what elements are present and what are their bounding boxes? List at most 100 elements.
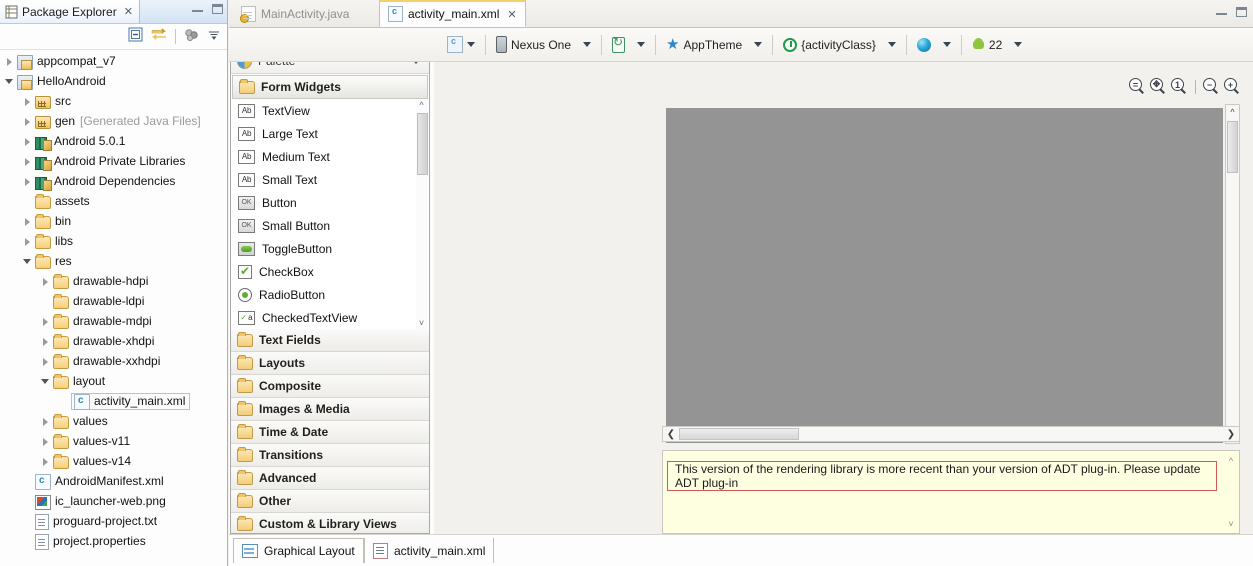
tree-item-drawable-ldpi[interactable]: drawable-ldpi bbox=[0, 291, 227, 311]
tree-expand-arrow-icon[interactable] bbox=[40, 336, 51, 347]
tree-expand-arrow-icon[interactable] bbox=[40, 316, 51, 327]
zoom-controls[interactable]: = ✥ 1− + bbox=[1129, 78, 1241, 95]
tree-item-values[interactable]: values bbox=[0, 411, 227, 431]
tree-item-label: activity_main.xml bbox=[94, 394, 186, 408]
tree-item-values-v11[interactable]: values-v11 bbox=[0, 431, 227, 451]
tree-expand-arrow-icon[interactable] bbox=[22, 136, 33, 147]
tree-expand-arrow-icon[interactable] bbox=[22, 96, 33, 107]
tab-xml-source[interactable]: activity_main.xml bbox=[364, 538, 495, 563]
tab-mainactivity-java[interactable]: MainActivity.java bbox=[233, 0, 357, 27]
close-icon[interactable]: ✕ bbox=[507, 8, 516, 21]
tree-expand-arrow-icon[interactable] bbox=[40, 376, 51, 387]
tree-expand-arrow-icon[interactable] bbox=[22, 176, 33, 187]
minimize-icon[interactable] bbox=[1216, 10, 1227, 15]
tree-item-content: AndroidManifest.xml bbox=[35, 472, 164, 490]
tab-graphical-layout[interactable]: Graphical Layout bbox=[233, 538, 364, 563]
tree-item-proguard-project-txt[interactable]: proguard-project.txt bbox=[0, 511, 227, 531]
tree-expand-arrow-icon[interactable] bbox=[4, 56, 15, 67]
canvas-vertical-scrollbar[interactable]: ^ ˅ bbox=[1225, 104, 1240, 444]
tree-item-helloandroid[interactable]: HelloAndroid bbox=[0, 71, 227, 91]
chevron-down-icon[interactable] bbox=[942, 42, 951, 47]
project-icon bbox=[17, 74, 33, 90]
tree-expand-arrow-icon[interactable] bbox=[40, 356, 51, 367]
tree-item-androidmanifest-xml[interactable]: AndroidManifest.xml bbox=[0, 471, 227, 491]
tree-item-ic-launcher-web-png[interactable]: ic_launcher-web.png bbox=[0, 491, 227, 511]
chevron-down-icon[interactable] bbox=[887, 42, 896, 47]
zoom-out-icon[interactable]: − bbox=[1203, 78, 1220, 95]
warning-scrollbar[interactable]: ^ ˅ bbox=[1224, 452, 1238, 532]
tree-item-gen[interactable]: gen [Generated Java Files] bbox=[0, 111, 227, 131]
chevron-down-icon[interactable] bbox=[637, 42, 646, 47]
scrollbar-thumb[interactable] bbox=[679, 428, 799, 440]
scroll-down-icon[interactable]: ˅ bbox=[1224, 517, 1238, 530]
tree-expand-arrow-icon[interactable] bbox=[40, 436, 51, 447]
tree-item-drawable-xxhdpi[interactable]: drawable-xxhdpi bbox=[0, 351, 227, 371]
tree-expand-arrow-icon[interactable] bbox=[22, 116, 33, 127]
tab-activity-main-xml[interactable]: activity_main.xml ✕ bbox=[379, 0, 526, 27]
zoom-fit-best-icon[interactable]: ✥ bbox=[1150, 78, 1167, 95]
locale-icon[interactable] bbox=[916, 37, 931, 52]
tree-item-src[interactable]: src bbox=[0, 91, 227, 111]
tree-item-label: drawable-ldpi bbox=[73, 294, 145, 308]
tree-item-libs[interactable]: libs bbox=[0, 231, 227, 251]
tree-item-project-properties[interactable]: project.properties bbox=[0, 531, 227, 551]
tree-expand-arrow-icon[interactable] bbox=[22, 256, 33, 267]
folder-icon bbox=[53, 274, 69, 289]
maximize-icon[interactable] bbox=[1236, 7, 1247, 17]
zoom-in-icon[interactable]: + bbox=[1224, 78, 1241, 95]
tree-item-drawable-mdpi[interactable]: drawable-mdpi bbox=[0, 311, 227, 331]
chevron-down-icon[interactable] bbox=[467, 42, 475, 47]
focus-icon[interactable] bbox=[184, 28, 199, 45]
scrollbar-thumb[interactable] bbox=[1227, 121, 1238, 173]
close-icon[interactable]: ✕ bbox=[124, 5, 133, 18]
tree-item-drawable-xhdpi[interactable]: drawable-xhdpi bbox=[0, 331, 227, 351]
tab-package-explorer[interactable]: Package Explorer ✕ bbox=[0, 0, 140, 23]
chevron-down-icon[interactable] bbox=[1014, 42, 1023, 47]
tree-item-assets[interactable]: assets bbox=[0, 191, 227, 211]
editor-window-controls bbox=[1216, 7, 1247, 17]
collapse-all-icon[interactable] bbox=[128, 27, 143, 45]
scroll-right-icon[interactable]: ❯ bbox=[1224, 427, 1238, 441]
toolbar-separator bbox=[905, 34, 907, 55]
warning-message-text: This version of the rendering library is… bbox=[675, 462, 1201, 490]
layout-preview-canvas[interactable] bbox=[666, 108, 1223, 443]
tree-expand-arrow-icon[interactable] bbox=[40, 416, 51, 427]
scroll-up-icon[interactable]: ^ bbox=[1226, 105, 1239, 119]
tree-item-res[interactable]: res bbox=[0, 251, 227, 271]
tree-expand-arrow-icon[interactable] bbox=[22, 216, 33, 227]
tree-expand-arrow-icon[interactable] bbox=[22, 236, 33, 247]
package-explorer-tab-label: Package Explorer bbox=[22, 4, 117, 19]
project-tree[interactable]: appcompat_v7 HelloAndroid src gen [Generated… bbox=[0, 49, 227, 566]
tree-item-content: proguard-project.txt bbox=[35, 512, 157, 530]
tree-item-layout[interactable]: layout bbox=[0, 371, 227, 391]
tree-item-android-dependencies[interactable]: Android Dependencies bbox=[0, 171, 227, 191]
config-file-icon[interactable] bbox=[447, 36, 463, 53]
tree-item-drawable-hdpi[interactable]: drawable-hdpi bbox=[0, 271, 227, 291]
zoom-fit-width-icon[interactable]: = bbox=[1129, 78, 1146, 95]
scroll-left-icon[interactable]: ❮ bbox=[664, 427, 678, 441]
scroll-up-icon[interactable]: ^ bbox=[1224, 454, 1238, 467]
tree-item-appcompat-v7[interactable]: appcompat_v7 bbox=[0, 51, 227, 71]
tree-item-activity-main-xml[interactable]: activity_main.xml bbox=[0, 391, 227, 411]
tree-item-content: project.properties bbox=[35, 532, 146, 550]
tree-item-values-v14[interactable]: values-v14 bbox=[0, 451, 227, 471]
orientation-icon[interactable] bbox=[612, 35, 626, 53]
chevron-down-icon[interactable] bbox=[583, 42, 592, 47]
tree-expand-arrow-icon[interactable] bbox=[22, 156, 33, 167]
tree-item-bin[interactable]: bin bbox=[0, 211, 227, 231]
tree-item-android-private-libraries[interactable]: Android Private Libraries bbox=[0, 151, 227, 171]
tree-item-label: Android Private Libraries bbox=[54, 154, 186, 168]
maximize-icon[interactable] bbox=[212, 4, 223, 14]
view-menu-icon[interactable] bbox=[207, 29, 221, 44]
tree-expand-arrow-icon[interactable] bbox=[4, 76, 15, 87]
zoom-actual-size-icon[interactable]: 1 bbox=[1171, 78, 1188, 95]
link-with-editor-icon[interactable] bbox=[151, 27, 167, 45]
canvas-horizontal-scrollbar[interactable]: ❮ ❯ bbox=[662, 426, 1240, 442]
tree-expand-arrow-icon[interactable] bbox=[40, 276, 51, 287]
tree-expand-arrow-icon[interactable] bbox=[40, 456, 51, 467]
device-icon bbox=[496, 36, 507, 53]
chevron-down-icon[interactable] bbox=[754, 42, 763, 47]
tree-item-android-5-0-1[interactable]: Android 5.0.1 bbox=[0, 131, 227, 151]
device-selector-label: Nexus One bbox=[511, 37, 572, 52]
minimize-icon[interactable] bbox=[192, 7, 203, 12]
